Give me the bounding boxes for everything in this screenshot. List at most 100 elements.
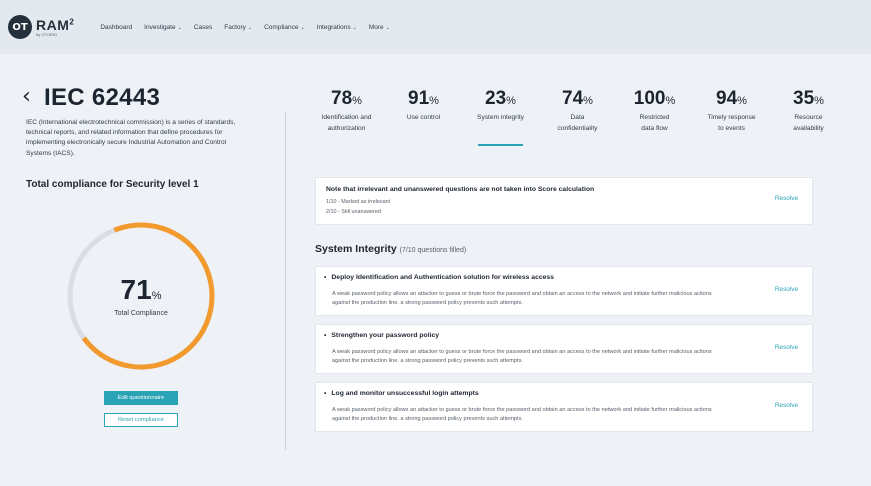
metric-label: Data confidentiality xyxy=(539,113,616,134)
total-compliance-value: 71% xyxy=(66,274,216,306)
question-card: • Log and monitor unsuccessful login atte… xyxy=(315,382,813,432)
nav-item-cases[interactable]: Cases xyxy=(194,24,212,31)
question-title-text: Strengthen your password policy xyxy=(331,332,440,339)
question-title: • Deploy Identification and Authenticatio… xyxy=(324,274,554,281)
metric-tab[interactable]: 100% Restricted data flow xyxy=(616,88,693,134)
metric-unit: % xyxy=(583,95,593,107)
metric-number: 94 xyxy=(716,88,738,109)
standard-description: IEC (International electrotechnical comm… xyxy=(26,119,236,157)
category-metrics: 78% Identification and authorization 91% Use… xyxy=(308,88,848,146)
metric-label-line1: Data xyxy=(570,114,585,121)
question-resolve-link[interactable]: Resolve xyxy=(775,344,798,351)
nav-item-label: Factory xyxy=(224,23,246,31)
chevron-down-icon: ⌄ xyxy=(352,24,357,31)
chevron-down-icon: ⌄ xyxy=(177,24,182,31)
metric-label: Restricted data flow xyxy=(616,113,693,134)
metric-number: 74 xyxy=(562,88,584,109)
metric-value: 78% xyxy=(308,88,385,110)
metric-label-line2: authorization xyxy=(327,124,366,132)
question-title-text: Deploy Identification and Authentication… xyxy=(331,274,554,281)
metric-label-line1: Resource xyxy=(794,114,823,121)
metric-label: Use control xyxy=(385,113,462,124)
question-card: • Deploy Identification and Authenticatio… xyxy=(315,266,813,316)
nav-item-compliance[interactable]: Compliance ⌄ xyxy=(264,24,305,31)
question-resolve-link[interactable]: Resolve xyxy=(775,402,798,409)
metric-label-line1: Restricted xyxy=(639,114,670,121)
nav-item-factory[interactable]: Factory ⌄ xyxy=(224,24,252,31)
nav-item-label: Dashboard xyxy=(100,23,133,31)
metric-label: Timely response to events xyxy=(693,113,770,134)
vertical-divider xyxy=(285,112,286,450)
metric-label: Identification and authorization xyxy=(308,113,385,134)
metric-tab[interactable]: 23% System integrity xyxy=(462,88,539,146)
nav-item-integrations[interactable]: Integrations ⌄ xyxy=(317,24,357,31)
question-title: • Strengthen your password policy xyxy=(324,332,439,339)
metric-label-line2: data flow xyxy=(641,124,668,132)
metric-tab[interactable]: 91% Use control xyxy=(385,88,462,134)
chevron-down-icon: ⌄ xyxy=(385,24,390,31)
nav-item-investigate[interactable]: Investigate ⌄ xyxy=(144,24,182,31)
app-name: RAM2 xyxy=(36,16,75,33)
metric-label-line2: to events xyxy=(718,124,745,132)
edit-questionnaire-button[interactable]: Edit questionnaire xyxy=(104,391,178,405)
question-description: A weak password policy allows an attacke… xyxy=(332,349,712,364)
app-by-text: by OTORIO xyxy=(36,31,58,37)
chevron-down-icon: ⌄ xyxy=(247,24,253,31)
question-description: A weak password policy allows an attacke… xyxy=(332,291,712,306)
section-title-text: System Integrity xyxy=(315,243,397,255)
nav-item-dashboard[interactable]: Dashboard xyxy=(100,24,132,31)
metric-tab[interactable]: 74% Data confidentiality xyxy=(539,88,616,134)
question-resolve-link[interactable]: Resolve xyxy=(775,286,798,293)
main-nav: Dashboard Investigate ⌄ Cases Factory ⌄ Compli… xyxy=(100,24,389,31)
metric-label-line2: confidentiality xyxy=(557,124,598,132)
reset-compliance-button[interactable]: Reset compliance xyxy=(104,413,178,427)
logo-mark-icon: OT xyxy=(8,15,32,39)
total-compliance-label: Total Compliance xyxy=(114,310,168,317)
metric-tab[interactable]: 78% Identification and authorization xyxy=(308,88,385,134)
metric-value: 91% xyxy=(385,88,462,110)
metric-unit: % xyxy=(665,95,676,107)
bullet-icon: • xyxy=(324,332,327,339)
gauge-number: 71 xyxy=(120,274,152,305)
nav-item-more[interactable]: More ⌄ xyxy=(369,24,390,31)
chevron-down-icon: ⌄ xyxy=(300,24,305,31)
metric-label: Resource availability xyxy=(770,113,847,134)
bullet-icon: • xyxy=(324,390,327,397)
metric-unit: % xyxy=(506,95,516,107)
metric-unit: % xyxy=(352,95,362,107)
app-name-text: RAM xyxy=(36,16,70,33)
question-title: • Log and monitor unsuccessful login atte… xyxy=(324,390,479,397)
metric-value: 74% xyxy=(539,88,616,110)
metric-number: 35 xyxy=(793,88,815,109)
question-title-text: Log and monitor unsuccessful login attem… xyxy=(331,390,479,397)
note-irrelevant-line: 1/10 - Marked as irrelevant xyxy=(326,199,391,205)
logo-text: RAM2 by OTORIO xyxy=(36,16,75,37)
score-note-card: Note that irrelevant and unanswered ques… xyxy=(315,177,813,225)
metric-label-line1: System integrity xyxy=(477,114,524,121)
nav-item-label: Investigate xyxy=(144,23,176,31)
metric-tab[interactable]: 94% Timely response to events xyxy=(693,88,770,134)
bullet-icon: • xyxy=(324,274,327,281)
metric-label-line2: availability xyxy=(793,124,824,132)
metric-unit: % xyxy=(814,95,824,107)
total-compliance-title: Total compliance for Security level 1 xyxy=(26,179,199,190)
metric-number: 23 xyxy=(485,88,507,109)
app-logo[interactable]: OT RAM2 by OTORIO xyxy=(8,15,74,39)
question-description: A weak password policy allows an attacke… xyxy=(332,407,712,422)
note-resolve-link[interactable]: Resolve xyxy=(775,195,798,202)
metric-number: 91 xyxy=(408,88,430,109)
section-subtitle: (7/10 questions filled) xyxy=(399,247,467,254)
metric-value: 100% xyxy=(616,88,693,110)
metric-number: 78 xyxy=(331,88,353,109)
metric-label-line1: Timely response xyxy=(707,114,756,121)
back-chevron-icon[interactable]: ‹ xyxy=(22,86,31,108)
app-name-sup: 2 xyxy=(69,16,75,26)
nav-item-label: Integrations xyxy=(316,23,351,31)
metric-label: System integrity xyxy=(462,113,539,124)
metric-value: 23% xyxy=(462,88,539,110)
metric-value: 35% xyxy=(770,88,847,110)
metric-unit: % xyxy=(429,95,439,107)
metric-unit: % xyxy=(737,95,747,107)
nav-item-label: Cases xyxy=(193,23,213,31)
metric-tab[interactable]: 35% Resource availability xyxy=(770,88,847,134)
